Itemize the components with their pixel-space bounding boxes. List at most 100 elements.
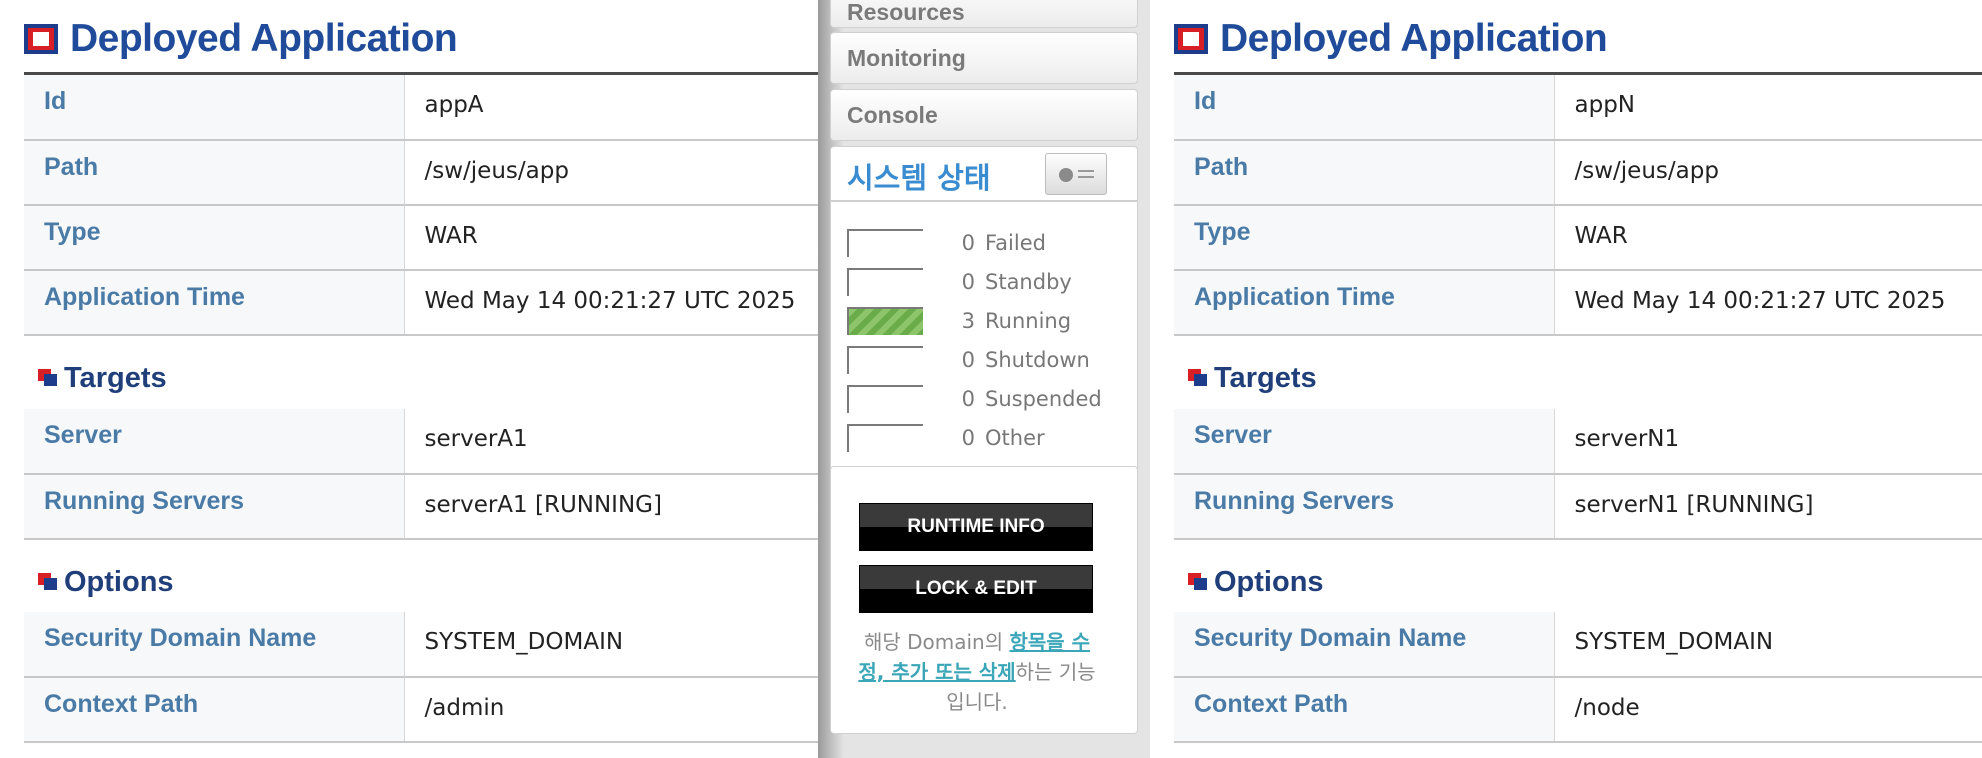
targets-section-header: Targets	[1188, 358, 1317, 398]
dashboard-icon[interactable]	[1045, 153, 1107, 195]
row-value: serverN1 [RUNNING]	[1554, 474, 1982, 540]
row-key: Path	[24, 140, 405, 206]
pie-chart-icon	[1059, 168, 1073, 182]
section-title: Options	[64, 565, 174, 598]
options-table: Security Domain Name SYSTEM_DOMAIN Contex…	[24, 612, 818, 743]
table-row: Path/sw/jeus/app	[24, 140, 818, 206]
status-row-suspended: 0 Suspended	[847, 379, 1127, 418]
line-glyph	[1078, 176, 1094, 178]
status-row-other: 0 Other	[847, 418, 1127, 457]
status-count: 0	[961, 230, 975, 255]
status-row-shutdown: 0 Shutdown	[847, 340, 1127, 379]
section-title: Targets	[64, 361, 167, 394]
line-glyph	[1078, 170, 1094, 172]
row-key: Application Time	[1174, 270, 1555, 336]
row-key: Context Path	[24, 677, 405, 743]
table-row: Type WAR	[24, 205, 818, 271]
row-value: /sw/jeus/app	[404, 140, 818, 206]
targets-table: Server serverN1 Running Servers serverN1 […	[1174, 409, 1982, 540]
table-row: Security Domain Name SYSTEM_DOMAIN	[24, 612, 818, 678]
status-row-standby: 0 Standby	[847, 262, 1127, 301]
runtime-info-button[interactable]: RUNTIME INFO	[859, 503, 1093, 551]
row-value: SYSTEM_DOMAIN	[1554, 612, 1982, 678]
sidebar: Resources Monitoring Console 시스템 상태 0 Fa…	[818, 0, 1150, 758]
section-icon	[1188, 369, 1208, 387]
row-value: serverA1 [RUNNING]	[404, 474, 818, 540]
status-count: 0	[961, 347, 975, 372]
row-value: /admin	[404, 677, 818, 743]
options-table: Security Domain Name SYSTEM_DOMAIN Contex…	[1174, 612, 1982, 743]
row-value: serverN1	[1554, 409, 1982, 475]
options-section-header: Options	[38, 562, 174, 602]
table-row: Application Time Wed May 14 00:21:27 UTC …	[24, 270, 818, 336]
row-value: serverA1	[404, 409, 818, 475]
row-value: Wed May 14 00:21:27 UTC 2025	[404, 270, 818, 336]
page-header: Deployed Application	[24, 14, 458, 64]
row-key: Application Time	[24, 270, 405, 336]
row-value: /sw/jeus/app	[1554, 140, 1982, 206]
table-row: Running Servers serverN1 [RUNNING]	[1174, 474, 1982, 540]
status-label: Failed	[985, 230, 1046, 255]
status-count: 3	[961, 308, 975, 333]
table-row: Type WAR	[1174, 205, 1982, 271]
section-title: Targets	[1214, 361, 1317, 394]
row-key: Id	[1174, 75, 1555, 141]
status-bar	[847, 306, 923, 335]
section-icon	[1188, 573, 1208, 591]
row-key: Type	[1174, 205, 1555, 271]
row-value: appA	[404, 75, 818, 141]
status-label: Suspended	[985, 386, 1102, 411]
row-value: Wed May 14 00:21:27 UTC 2025	[1554, 270, 1982, 336]
row-key: Server	[24, 409, 405, 475]
table-row: Id appN	[1174, 75, 1982, 141]
status-bar	[847, 345, 923, 374]
status-label: Shutdown	[985, 347, 1090, 372]
table-row: Application Time Wed May 14 00:21:27 UTC …	[1174, 270, 1982, 336]
application-icon	[24, 24, 58, 54]
row-key: Running Servers	[24, 474, 405, 540]
status-count: 0	[961, 425, 975, 450]
lock-edit-button[interactable]: LOCK & EDIT	[859, 565, 1093, 613]
menu-item-monitoring[interactable]: Monitoring	[830, 32, 1138, 84]
row-value: WAR	[404, 205, 818, 271]
status-count: 0	[961, 386, 975, 411]
right-app-panel: Deployed Application Id appN Path/sw/jeus…	[1150, 0, 1982, 758]
status-bar	[847, 423, 923, 452]
section-title: Options	[1214, 565, 1324, 598]
row-value: /node	[1554, 677, 1982, 743]
status-row-failed: 0 Failed	[847, 223, 1127, 262]
table-row: Server serverN1	[1174, 409, 1982, 475]
status-list: 0 Failed 0 Standby 3 Running 0 Shutdown …	[847, 223, 1127, 457]
system-status-panel: 시스템 상태 0 Failed 0 Standby 3 Running 0 Sh…	[830, 146, 1138, 472]
general-table: Id appN Path/sw/jeus/app Type WAR Applicat…	[1174, 75, 1982, 336]
section-icon	[38, 573, 58, 591]
row-value: SYSTEM_DOMAIN	[404, 612, 818, 678]
page-header: Deployed Application	[1174, 14, 1608, 64]
status-label: Running	[985, 308, 1072, 333]
row-value: appN	[1554, 75, 1982, 141]
status-bar	[847, 384, 923, 413]
status-bar	[847, 267, 923, 296]
left-app-panel: Deployed Application Id appA Path/sw/jeus…	[0, 0, 818, 758]
targets-table: Server serverA1 Running Servers serverA1 […	[24, 409, 818, 540]
row-key: Security Domain Name	[24, 612, 405, 678]
menu-item-resources[interactable]: Resources	[830, 0, 1138, 28]
table-row: Context Path/node	[1174, 677, 1982, 743]
table-row: Server serverA1	[24, 409, 818, 475]
application-icon	[1174, 24, 1208, 54]
system-status-title: 시스템 상태	[847, 161, 991, 195]
status-label: Standby	[985, 269, 1072, 294]
table-row: Context Path/admin	[24, 677, 818, 743]
section-icon	[38, 369, 58, 387]
menu-item-console[interactable]: Console	[830, 89, 1138, 141]
description-text: 해당 Domain의	[863, 630, 1010, 654]
status-bar	[847, 228, 923, 257]
row-key: Running Servers	[1174, 474, 1555, 540]
table-row: Security Domain Name SYSTEM_DOMAIN	[1174, 612, 1982, 678]
row-key: Context Path	[1174, 677, 1555, 743]
table-row: Path/sw/jeus/app	[1174, 140, 1982, 206]
status-count: 0	[961, 269, 975, 294]
general-table: Id appA Path/sw/jeus/app Type WAR Applicat…	[24, 75, 818, 336]
page-title: Deployed Application	[1220, 17, 1608, 60]
row-key: Type	[24, 205, 405, 271]
